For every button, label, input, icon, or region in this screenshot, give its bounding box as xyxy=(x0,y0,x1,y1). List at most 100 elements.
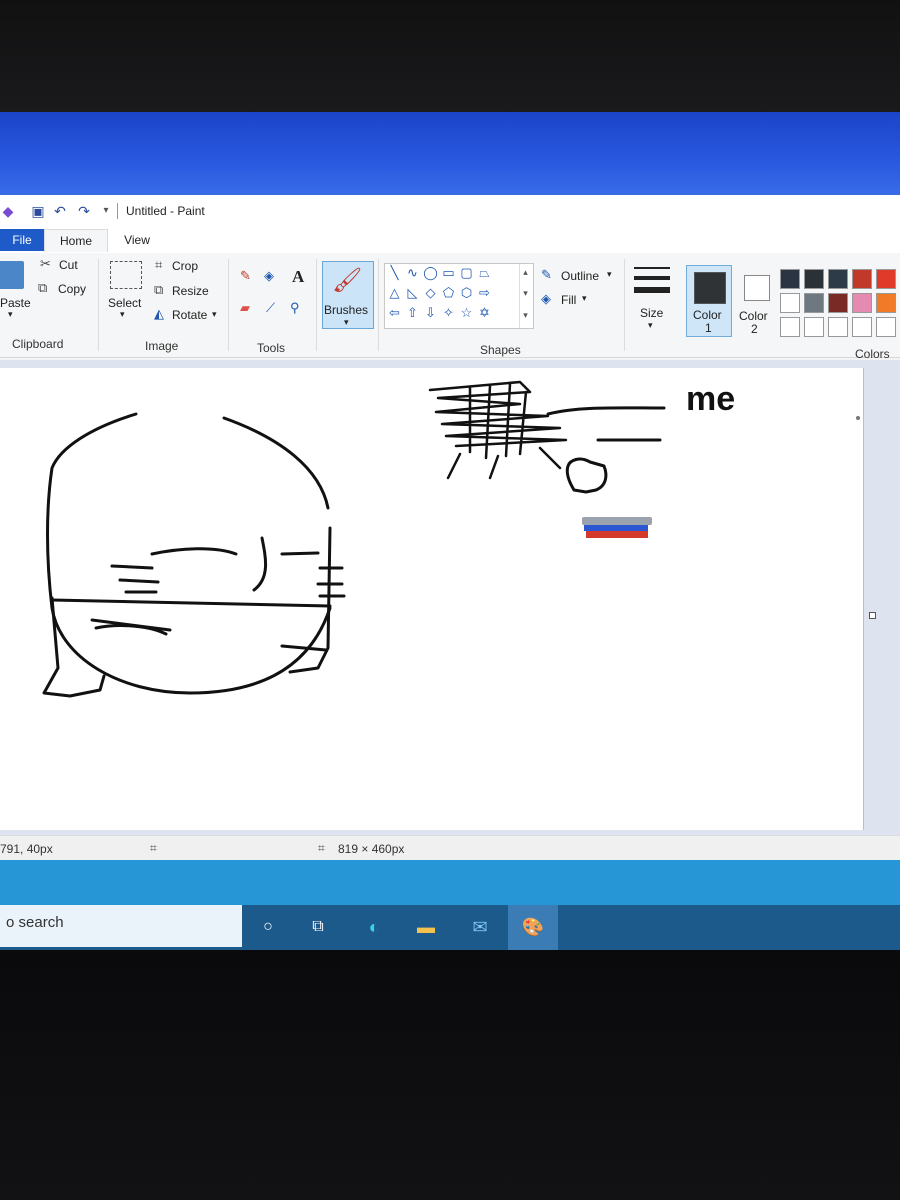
palette-swatch[interactable] xyxy=(780,293,800,313)
rounded-rectangle-shape-icon[interactable]: ▢ xyxy=(459,265,474,280)
five-point-star-shape-icon[interactable]: ☆ xyxy=(459,305,474,320)
palette-swatch[interactable] xyxy=(852,317,872,337)
tab-home[interactable]: Home xyxy=(44,229,108,252)
palette-swatch[interactable] xyxy=(876,317,896,337)
palette-swatch[interactable] xyxy=(780,269,800,289)
desktop-wallpaper xyxy=(0,112,900,200)
edge-browser-icon[interactable]: ◐ xyxy=(360,913,388,941)
task-view-icon[interactable]: ⧉ xyxy=(304,913,332,941)
paint-app-icon: ◆ xyxy=(2,203,14,219)
palette-swatch[interactable] xyxy=(828,317,848,337)
text-tool-icon[interactable]: A xyxy=(292,267,304,287)
tools-group-label: Tools xyxy=(257,341,286,355)
title-separator xyxy=(117,203,118,219)
size-dropdown-icon: ▾ xyxy=(648,320,653,330)
right-jaw-dash xyxy=(280,644,328,652)
color-picker-icon[interactable]: ⟋ xyxy=(266,301,275,315)
right-triangle-shape-icon[interactable]: ◺ xyxy=(405,285,420,300)
palette-swatch[interactable] xyxy=(804,293,824,313)
image-size-icon: ⌗ xyxy=(318,841,325,855)
eraser-icon[interactable]: ▰ xyxy=(240,301,250,315)
selection-size-icon: ⌗ xyxy=(150,841,157,855)
pencil-icon[interactable]: ✎ xyxy=(240,269,251,283)
diamond-shape-icon[interactable]: ◇ xyxy=(423,285,438,300)
color1-label: Color xyxy=(693,308,722,322)
six-point-star-shape-icon[interactable]: ✡ xyxy=(477,305,492,320)
image-group-label: Image xyxy=(145,339,179,353)
copy-icon: ⧉ xyxy=(38,280,48,295)
palette-swatch[interactable] xyxy=(876,269,896,289)
color2-label: Color xyxy=(739,309,768,323)
fill-icon: ◈ xyxy=(541,291,551,306)
scroll-down-icon[interactable]: ▾ xyxy=(518,286,533,301)
canvas-resize-handle[interactable] xyxy=(869,612,876,619)
clipboard-group-label: Clipboard xyxy=(12,337,64,351)
palette-swatch[interactable] xyxy=(852,293,872,313)
rectangle-shape-icon[interactable]: ▭ xyxy=(441,265,456,280)
paint-window: ◆ ▣ ↶ ↷ ▾ Untitled - Paint File Home Vie… xyxy=(0,195,900,865)
pentagon-shape-icon[interactable]: ⬠ xyxy=(441,285,456,300)
drawing-canvas[interactable]: me xyxy=(0,368,864,830)
ribbon-home: Paste ▾ ✂ Cut ⧉ Copy Clipboard Select ▾ … xyxy=(0,253,900,361)
oval-shape-icon[interactable]: ◯ xyxy=(423,265,438,280)
scissors-icon: ✂ xyxy=(40,256,51,271)
palette-swatch[interactable] xyxy=(780,317,800,337)
file-explorer-icon[interactable]: ▬ xyxy=(412,913,440,941)
shapes-gallery: ╲ ∿ ◯ ▭ ▢ ⏢ △ ◺ ◇ ⬠ ⬡ ⇨ ⇦ ⇧ ⇩ ✧ ☆ ✡ ▴ ▾ xyxy=(384,263,534,329)
brushes-label: Brushes xyxy=(324,303,369,317)
search-placeholder: o search xyxy=(6,914,64,931)
magnifier-icon[interactable]: ⚲ xyxy=(290,301,300,315)
down-arrow-shape-icon[interactable]: ⇩ xyxy=(423,305,438,320)
cortana-icon[interactable]: ○ xyxy=(254,913,282,941)
tab-file[interactable]: File xyxy=(0,229,44,251)
colors-group-label: Colors xyxy=(855,347,890,361)
title-bar: ◆ ▣ ↶ ↷ ▾ Untitled - Paint xyxy=(0,195,900,228)
color1-button[interactable]: Color 1 xyxy=(686,265,732,337)
expand-gallery-icon[interactable]: ▾ xyxy=(518,308,533,323)
right-arrow-shape-icon[interactable]: ⇨ xyxy=(477,285,492,300)
curve-shape-icon[interactable]: ∿ xyxy=(405,265,420,280)
brushes-dropdown-icon: ▾ xyxy=(344,317,349,327)
up-arrow-shape-icon[interactable]: ⇧ xyxy=(405,305,420,320)
outline-dropdown-icon: ▾ xyxy=(607,269,612,279)
palette-swatch[interactable] xyxy=(876,293,896,313)
palette-swatch[interactable] xyxy=(828,293,848,313)
copy-label: Copy xyxy=(58,282,87,296)
cursor-position: 791, 40px xyxy=(0,842,53,856)
redo-icon[interactable]: ↷ xyxy=(76,203,92,219)
left-arrow-shape-icon[interactable]: ⇦ xyxy=(387,305,402,320)
color1-number: 1 xyxy=(705,321,712,335)
speed-line-1 xyxy=(110,564,154,570)
group-divider xyxy=(98,259,99,351)
right-brow-stroke xyxy=(280,551,320,556)
polygon-shape-icon[interactable]: ⏢ xyxy=(477,265,492,280)
rotate-dropdown-icon: ▾ xyxy=(212,309,217,319)
line-shape-icon[interactable]: ╲ xyxy=(387,265,402,280)
palette-swatch[interactable] xyxy=(852,269,872,289)
size-line-thin xyxy=(634,267,670,269)
taskbar: o search ○ ⧉ ◐ ▬ ✉ 🎨 xyxy=(0,905,900,950)
undo-icon[interactable]: ↶ xyxy=(52,203,68,219)
paste-dropdown-icon: ▾ xyxy=(8,309,13,319)
palette-swatch[interactable] xyxy=(828,269,848,289)
four-point-star-shape-icon[interactable]: ✧ xyxy=(441,305,456,320)
fill-bucket-icon[interactable]: ◈ xyxy=(264,269,274,283)
hexagon-shape-icon[interactable]: ⬡ xyxy=(459,285,474,300)
palette-swatch[interactable] xyxy=(804,317,824,337)
brushes-button[interactable]: 🖌 Brushes ▾ xyxy=(322,261,374,329)
canvas-area: me xyxy=(0,360,900,837)
paint-taskbar-button[interactable]: 🎨 xyxy=(508,905,558,950)
tab-view[interactable]: View xyxy=(112,229,162,251)
save-icon[interactable]: ▣ xyxy=(30,203,46,219)
screen-bezel-bottom xyxy=(0,950,900,1200)
stripe-top xyxy=(582,517,652,525)
customize-quick-access-icon[interactable]: ▾ xyxy=(98,203,114,219)
taskbar-search-box[interactable]: o search xyxy=(0,905,242,947)
triangle-shape-icon[interactable]: △ xyxy=(387,285,402,300)
image-size: 819 × 460px xyxy=(338,842,405,856)
mail-icon[interactable]: ✉ xyxy=(466,913,494,941)
scroll-up-icon[interactable]: ▴ xyxy=(518,265,533,280)
resize-icon: ⧉ xyxy=(154,282,164,297)
palette-swatch[interactable] xyxy=(804,269,824,289)
color2-number: 2 xyxy=(751,322,758,336)
